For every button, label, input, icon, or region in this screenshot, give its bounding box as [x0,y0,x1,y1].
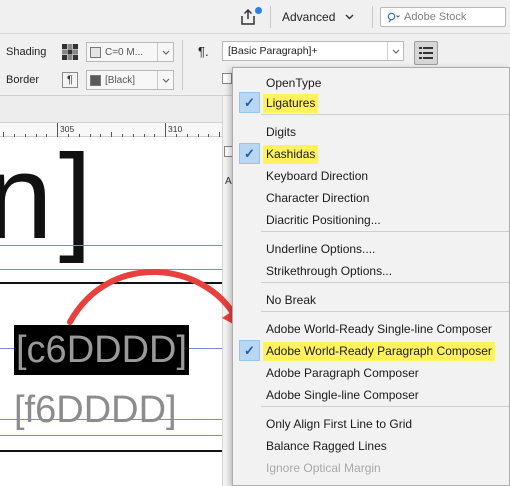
menu-item-label: Digits [266,125,297,139]
menu-item-label: Balance Ragged Lines [266,439,387,453]
menu-item-diacritic-positioning[interactable]: Diacritic Positioning... [233,209,509,231]
chevron-down-icon [345,14,354,20]
baseline-guide [0,269,232,270]
menu-item-label: Ignore Optical Margin [266,461,381,475]
menu-item-label: No Break [266,293,317,307]
shading-color-chip [90,46,101,58]
paragraph-style-dropdown[interactable]: [Basic Paragraph]+ [222,41,404,61]
menu-item-digits[interactable]: Digits [233,121,509,143]
document-page[interactable]: n] [c6DDDD] [f6DDDD] [0,137,232,486]
ruler-mark-310: 310 [168,124,183,134]
panel-menu-icon [419,47,433,59]
toolbar-divider [372,6,373,28]
shading-color-value: C=0 M... [105,46,144,58]
ruler-ticks [3,123,220,137]
shading-swatch-icon[interactable] [62,44,78,60]
menu-item-label: Ligatures [266,96,316,110]
panel-label-fragment: A [225,176,232,187]
border-color-dropdown[interactable]: [Black] [86,70,174,90]
menu-item-opentype[interactable]: OpenType [233,72,509,94]
adobe-stock-search-input[interactable]: Adobe Stock [380,7,506,27]
menu-item-underline-options[interactable]: Underline Options.... [233,238,509,260]
search-placeholder: Adobe Stock [404,11,467,23]
border-pilcrow-icon[interactable]: ¶ [62,72,78,88]
application-bar: Advanced Adobe Stock [0,0,510,34]
text-frame-edge [0,450,232,452]
menu-separator [261,406,509,407]
paragraph-style-value: [Basic Paragraph]+ [228,45,318,57]
menu-item-only-align-first-line-to-grid[interactable]: Only Align First Line to Grid [233,413,509,435]
checkmark-icon: ✓ [239,340,260,361]
panel-menu-button[interactable] [414,41,438,65]
notification-dot [255,7,262,14]
menu-item-label: Diacritic Positioning... [266,213,381,227]
menu-item-adobe-world-ready-single-line-composer[interactable]: Adobe World-Ready Single-line Composer [233,318,509,340]
shading-color-dropdown[interactable]: C=0 M... [86,42,174,62]
menu-item-label: OpenType [266,76,322,90]
menu-item-label: Adobe World-Ready Single-line Composer [266,322,492,336]
menu-item-label: Only Align First Line to Grid [266,417,413,431]
workspace-label: Advanced [282,10,336,24]
menu-separator [261,114,509,115]
menu-item-ligatures[interactable]: ✓ Ligatures [233,92,509,114]
menu-item-label: Character Direction [266,191,370,205]
menu-item-kashidas[interactable]: ✓ Kashidas [233,143,509,165]
search-icon [387,12,400,22]
menu-item-adobe-single-line-composer[interactable]: Adobe Single-line Composer [233,384,509,406]
menu-item-no-break[interactable]: No Break [233,289,509,311]
toolbar-divider [270,6,271,28]
border-color-chip [90,74,101,86]
selected-text[interactable]: [c6DDDD] [14,325,190,375]
checkmark-icon: ✓ [239,143,260,164]
menu-item-strikethrough-options[interactable]: Strikethrough Options... [233,260,509,282]
menu-separator [261,282,509,283]
menu-item-label: Keyboard Direction [266,169,369,183]
menu-separator [261,311,509,312]
menu-item-ignore-optical-margin: Ignore Optical Margin [233,457,509,479]
paragraph-style-icon: ¶. [198,44,209,59]
border-label: Border [6,74,40,86]
menu-item-label: Kashidas [266,147,316,161]
menu-item-adobe-world-ready-paragraph-composer[interactable]: ✓ Adobe World-Ready Paragraph Composer [233,340,509,362]
border-color-value: [Black] [105,74,136,86]
chevron-down-icon [157,71,173,89]
menu-item-adobe-paragraph-composer[interactable]: Adobe Paragraph Composer [233,362,509,384]
panel-divider [182,40,183,90]
panel-checkbox[interactable] [222,73,232,84]
menu-item-label: Adobe Paragraph Composer [266,366,419,380]
baseline-guide [0,435,232,436]
body-text[interactable]: [f6DDDD] [14,385,177,435]
menu-item-label: Underline Options.... [266,242,376,256]
menu-separator [261,231,509,232]
checkmark-icon: ✓ [239,92,260,113]
menu-item-label: Strikethrough Options... [266,264,393,278]
baseline-guide [0,245,232,246]
menu-item-character-direction[interactable]: Character Direction [233,187,509,209]
menu-item-keyboard-direction[interactable]: Keyboard Direction [233,165,509,187]
shading-label: Shading [6,46,47,58]
menu-item-label: Adobe World-Ready Paragraph Composer [266,344,492,358]
ruler-mark-305: 305 [60,124,75,134]
horizontal-ruler[interactable]: 305 310 [0,122,232,137]
chevron-down-icon [157,43,173,61]
large-text: n] [0,137,99,264]
chevron-down-icon [387,42,403,60]
menu-item-label: Adobe Single-line Composer [266,388,419,402]
text-frame-edge [0,282,232,284]
workspace-switcher[interactable]: Advanced [278,7,358,27]
control-panel-flyout-menu: OpenType ✓ Ligatures Digits ✓ Kashidas Keyboar… [232,67,510,486]
menu-item-balance-ragged-lines[interactable]: Balance Ragged Lines [233,435,509,457]
